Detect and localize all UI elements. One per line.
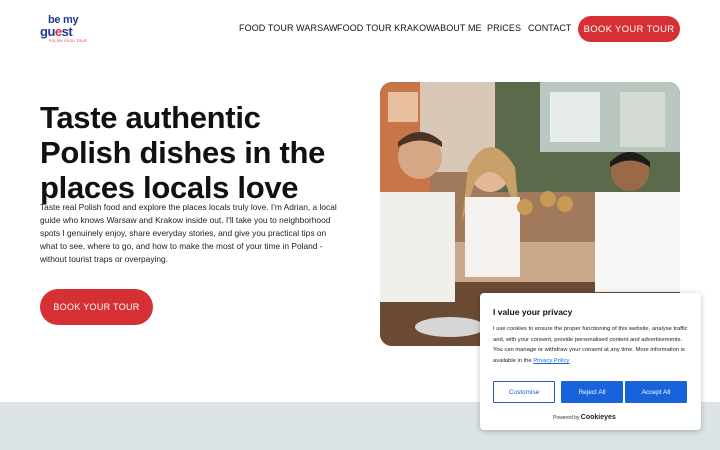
customise-button[interactable]: Customise [493, 381, 555, 403]
logo-line-2: guest [40, 24, 73, 39]
nav-about-me[interactable]: ABOUT ME [434, 23, 482, 33]
site-logo[interactable]: be my guest POLISH FOOD TOUR [40, 15, 87, 45]
cookie-text: I use cookies to ensure the proper funct… [493, 326, 688, 364]
nav-contact[interactable]: CONTACT [528, 23, 572, 33]
hero-title: Taste authentic Polish dishes in the pla… [40, 100, 326, 205]
hero-book-tour-button[interactable]: BOOK YOUR TOUR [40, 289, 153, 325]
cookie-title: I value your privacy [493, 307, 573, 317]
cookieyes-logo: Cookieyes [580, 414, 616, 421]
cookie-consent-banner: I value your privacy I use cookies to en… [480, 293, 701, 430]
powered-by: Powered by Cookieyes [553, 414, 616, 421]
hero-description: Taste real Polish food and explore the p… [40, 202, 337, 264]
nav-food-tour-warsaw[interactable]: FOOD TOUR WARSAW [239, 23, 338, 33]
nav-prices[interactable]: PRICES [487, 23, 521, 33]
site-header: be my guest POLISH FOOD TOUR FOOD TOUR W… [0, 0, 720, 58]
privacy-policy-link[interactable]: Privacy Policy [533, 358, 569, 364]
nav-food-tour-krakow[interactable]: FOOD TOUR KRAKOW [337, 23, 435, 33]
logo-tagline: POLISH FOOD TOUR [49, 39, 87, 43]
accept-all-button[interactable]: Accept All [625, 381, 687, 403]
header-book-tour-button[interactable]: BOOK YOUR TOUR [578, 16, 680, 42]
reject-all-button[interactable]: Reject All [561, 381, 623, 403]
